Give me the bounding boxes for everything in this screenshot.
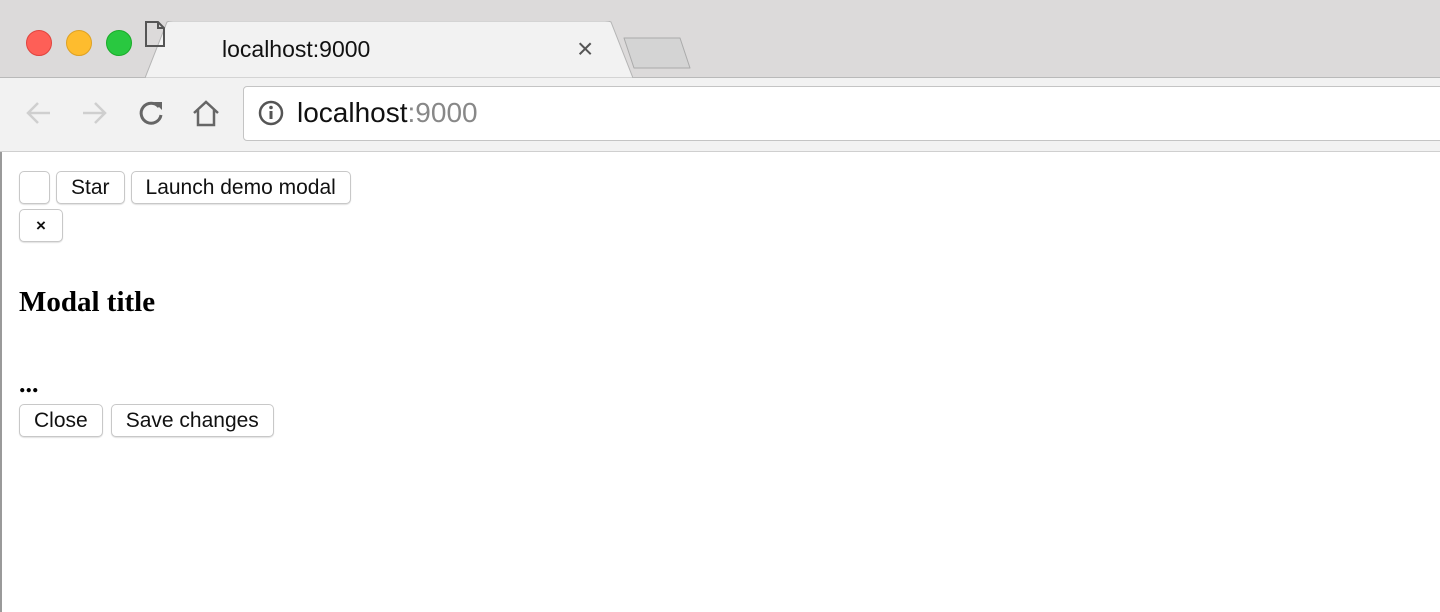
reload-icon[interactable] — [136, 98, 166, 128]
browser-toolbar: localhost:9000 — [0, 78, 1440, 152]
url-port: :9000 — [407, 97, 478, 128]
modal-title: Modal title — [19, 286, 156, 318]
url-host: localhost — [297, 97, 408, 128]
modal-body: ... — [19, 369, 39, 398]
back-icon[interactable] — [24, 98, 54, 128]
save-changes-button[interactable]: Save changes — [110, 404, 274, 437]
address-bar[interactable]: localhost:9000 — [243, 86, 1440, 141]
browser-tab[interactable]: localhost:9000 × — [145, 21, 633, 78]
checkbox-button[interactable] — [19, 171, 50, 204]
modal-dismiss-button[interactable]: × — [19, 209, 63, 242]
window-edge — [0, 152, 2, 612]
home-icon[interactable] — [191, 98, 221, 128]
star-button[interactable]: Star — [56, 171, 125, 204]
new-tab-button[interactable] — [622, 36, 692, 70]
window-zoom-button[interactable] — [106, 30, 132, 56]
window-close-button[interactable] — [26, 30, 52, 56]
address-url: localhost:9000 — [297, 97, 478, 129]
window-minimize-button[interactable] — [66, 30, 92, 56]
browser-titlebar: localhost:9000 × — [0, 0, 1440, 78]
document-icon — [145, 21, 165, 47]
tab-close-icon[interactable]: × — [577, 33, 593, 65]
info-icon[interactable] — [258, 100, 284, 126]
tab-title: localhost:9000 — [222, 36, 371, 62]
forward-icon[interactable] — [79, 98, 109, 128]
close-button[interactable]: Close — [19, 404, 103, 437]
launch-demo-modal-button[interactable]: Launch demo modal — [130, 171, 351, 204]
